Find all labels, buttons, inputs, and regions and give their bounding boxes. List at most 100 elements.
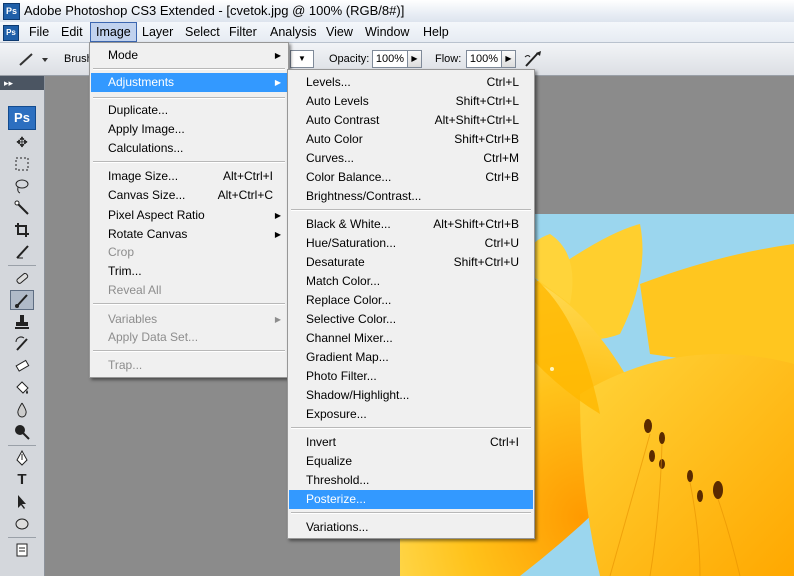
airbrush-toggle[interactable] bbox=[522, 49, 544, 69]
menu-item-rotate-canvas[interactable]: Rotate Canvas ▶ bbox=[91, 225, 287, 244]
menu-item-black-white[interactable]: Black & White... Alt+Shift+Ctrl+B bbox=[289, 215, 533, 234]
shape-tool-icon[interactable] bbox=[10, 514, 34, 534]
menu-item-hue-saturation[interactable]: Hue/Saturation... Ctrl+U bbox=[289, 234, 533, 253]
opacity-slider-button[interactable]: ▶ bbox=[407, 50, 422, 68]
menu-view[interactable]: View bbox=[321, 22, 358, 42]
crop-tool-icon[interactable] bbox=[10, 220, 34, 240]
submenu-arrow-icon: ▶ bbox=[274, 315, 281, 324]
menu-item-selective-color[interactable]: Selective Color... bbox=[289, 310, 533, 329]
menu-item-trap: Trap... bbox=[108, 358, 143, 372]
tools-divider bbox=[8, 265, 36, 266]
menu-analysis[interactable]: Analysis bbox=[265, 22, 322, 42]
menu-filter[interactable]: Filter bbox=[224, 22, 262, 42]
airbrush-icon bbox=[524, 51, 541, 67]
menu-file[interactable]: File bbox=[24, 22, 54, 42]
menu-item-crop: Crop bbox=[108, 245, 135, 259]
menu-separator bbox=[93, 350, 285, 352]
title-bar: Ps Adobe Photoshop CS3 Extended - [cveto… bbox=[0, 0, 794, 23]
menu-separator bbox=[291, 209, 531, 211]
menu-item-apply-data-set: Apply Data Set... bbox=[108, 330, 199, 344]
menu-item-image-size[interactable]: Image Size... Alt+Ctrl+I bbox=[91, 167, 287, 186]
menu-select[interactable]: Select bbox=[180, 22, 225, 42]
menu-item-mode[interactable]: Mode ▶ bbox=[91, 46, 287, 65]
menu-separator bbox=[291, 512, 531, 514]
menu-item-auto-contrast[interactable]: Auto Contrast Alt+Shift+Ctrl+L bbox=[289, 111, 533, 130]
menu-separator bbox=[291, 427, 531, 429]
brush-tool-icon[interactable] bbox=[10, 290, 34, 310]
adjustments-submenu: Levels... Ctrl+L Auto Levels Shift+Ctrl+L … bbox=[287, 69, 535, 539]
dodge-tool-icon[interactable] bbox=[10, 422, 34, 442]
menu-separator bbox=[93, 97, 285, 99]
menu-item-reveal-all: Reveal All bbox=[108, 283, 162, 297]
menu-item-gradient-map[interactable]: Gradient Map... bbox=[289, 348, 533, 367]
menu-item-auto-color[interactable]: Auto Color Shift+Ctrl+B bbox=[289, 130, 533, 149]
menu-item-photo-filter[interactable]: Photo Filter... bbox=[289, 367, 533, 386]
menu-window[interactable]: Window bbox=[360, 22, 414, 42]
menu-item-curves[interactable]: Curves... Ctrl+M bbox=[289, 149, 533, 168]
tools-panel: ▸▸ Ps ✥ T bbox=[0, 76, 45, 576]
slice-tool-icon[interactable] bbox=[10, 242, 34, 262]
eraser-tool-icon[interactable] bbox=[10, 356, 34, 376]
menu-item-canvas-size[interactable]: Canvas Size... Alt+Ctrl+C bbox=[91, 186, 287, 205]
menu-separator bbox=[93, 161, 285, 163]
menu-separator bbox=[93, 303, 285, 305]
photoshop-app-icon[interactable]: Ps bbox=[3, 3, 20, 20]
path-selection-icon[interactable] bbox=[10, 492, 34, 512]
menu-item-brightness-contrast[interactable]: Brightness/Contrast... bbox=[289, 187, 533, 206]
menu-help[interactable]: Help bbox=[418, 22, 454, 42]
menu-item-pixel-aspect-ratio[interactable]: Pixel Aspect Ratio ▶ bbox=[91, 206, 287, 225]
move-tool-icon[interactable]: ✥ bbox=[10, 132, 34, 152]
window-title: Adobe Photoshop CS3 Extended - [cvetok.j… bbox=[24, 3, 405, 18]
menu-item-levels[interactable]: Levels... Ctrl+L bbox=[289, 73, 533, 92]
photoshop-logo[interactable]: Ps bbox=[8, 106, 36, 130]
submenu-arrow-icon: ▶ bbox=[274, 51, 281, 60]
menu-item-adjustments[interactable]: Adjustments ▶ bbox=[91, 73, 287, 92]
submenu-arrow-icon: ▶ bbox=[274, 78, 281, 87]
opacity-field[interactable]: 100% bbox=[372, 50, 408, 68]
menu-item-replace-color[interactable]: Replace Color... bbox=[289, 291, 533, 310]
image-menu: Mode ▶ Adjustments ▶ Duplicate... Apply Im… bbox=[89, 42, 289, 378]
menu-item-invert[interactable]: Invert Ctrl+I bbox=[289, 433, 533, 452]
flow-label: Flow: bbox=[435, 53, 462, 65]
menu-item-trim[interactable]: Trim... bbox=[91, 262, 287, 281]
submenu-arrow-icon: ▶ bbox=[274, 230, 281, 239]
menu-item-posterize[interactable]: Posterize... bbox=[289, 490, 533, 509]
lasso-tool-icon[interactable] bbox=[10, 176, 34, 196]
tools-panel-header[interactable]: ▸▸ bbox=[0, 76, 44, 90]
tools-divider bbox=[8, 537, 36, 538]
menu-item-exposure[interactable]: Exposure... bbox=[289, 405, 533, 424]
mode-dropdown[interactable]: ▼ bbox=[290, 50, 314, 68]
app-menu-icon[interactable]: Ps bbox=[3, 25, 19, 41]
marquee-tool-icon[interactable] bbox=[10, 154, 34, 174]
history-brush-icon[interactable] bbox=[10, 334, 34, 354]
healing-brush-icon[interactable] bbox=[10, 268, 34, 288]
blur-tool-icon[interactable] bbox=[10, 400, 34, 420]
menu-bar: Ps File Edit Image Layer Select Filter A… bbox=[0, 22, 794, 43]
flow-slider-button[interactable]: ▶ bbox=[501, 50, 516, 68]
menu-item-color-balance[interactable]: Color Balance... Ctrl+B bbox=[289, 168, 533, 187]
tool-preset-picker[interactable] bbox=[16, 50, 48, 68]
tools-divider bbox=[8, 445, 36, 446]
magic-wand-icon[interactable] bbox=[10, 198, 34, 218]
paint-bucket-icon[interactable] bbox=[10, 378, 34, 398]
notes-tool-icon[interactable] bbox=[10, 540, 34, 560]
menu-item-threshold[interactable]: Threshold... bbox=[289, 471, 533, 490]
menu-item-variations[interactable]: Variations... bbox=[289, 518, 533, 537]
menu-item-desaturate[interactable]: Desaturate Shift+Ctrl+U bbox=[289, 253, 533, 272]
clone-stamp-icon[interactable] bbox=[10, 312, 34, 332]
menu-image[interactable]: Image bbox=[90, 22, 137, 42]
menu-item-shadow-highlight[interactable]: Shadow/Highlight... bbox=[289, 386, 533, 405]
menu-item-channel-mixer[interactable]: Channel Mixer... bbox=[289, 329, 533, 348]
type-tool-icon[interactable]: T bbox=[10, 470, 34, 490]
flow-field[interactable]: 100% bbox=[466, 50, 502, 68]
menu-item-match-color[interactable]: Match Color... bbox=[289, 272, 533, 291]
menu-separator bbox=[93, 68, 285, 70]
menu-layer[interactable]: Layer bbox=[137, 22, 178, 42]
menu-item-duplicate[interactable]: Duplicate... bbox=[91, 101, 287, 120]
pen-tool-icon[interactable] bbox=[10, 448, 34, 468]
menu-item-auto-levels[interactable]: Auto Levels Shift+Ctrl+L bbox=[289, 92, 533, 111]
menu-item-calculations[interactable]: Calculations... bbox=[91, 139, 287, 158]
menu-edit[interactable]: Edit bbox=[56, 22, 88, 42]
menu-item-equalize[interactable]: Equalize bbox=[289, 452, 533, 471]
menu-item-apply-image[interactable]: Apply Image... bbox=[91, 120, 287, 139]
